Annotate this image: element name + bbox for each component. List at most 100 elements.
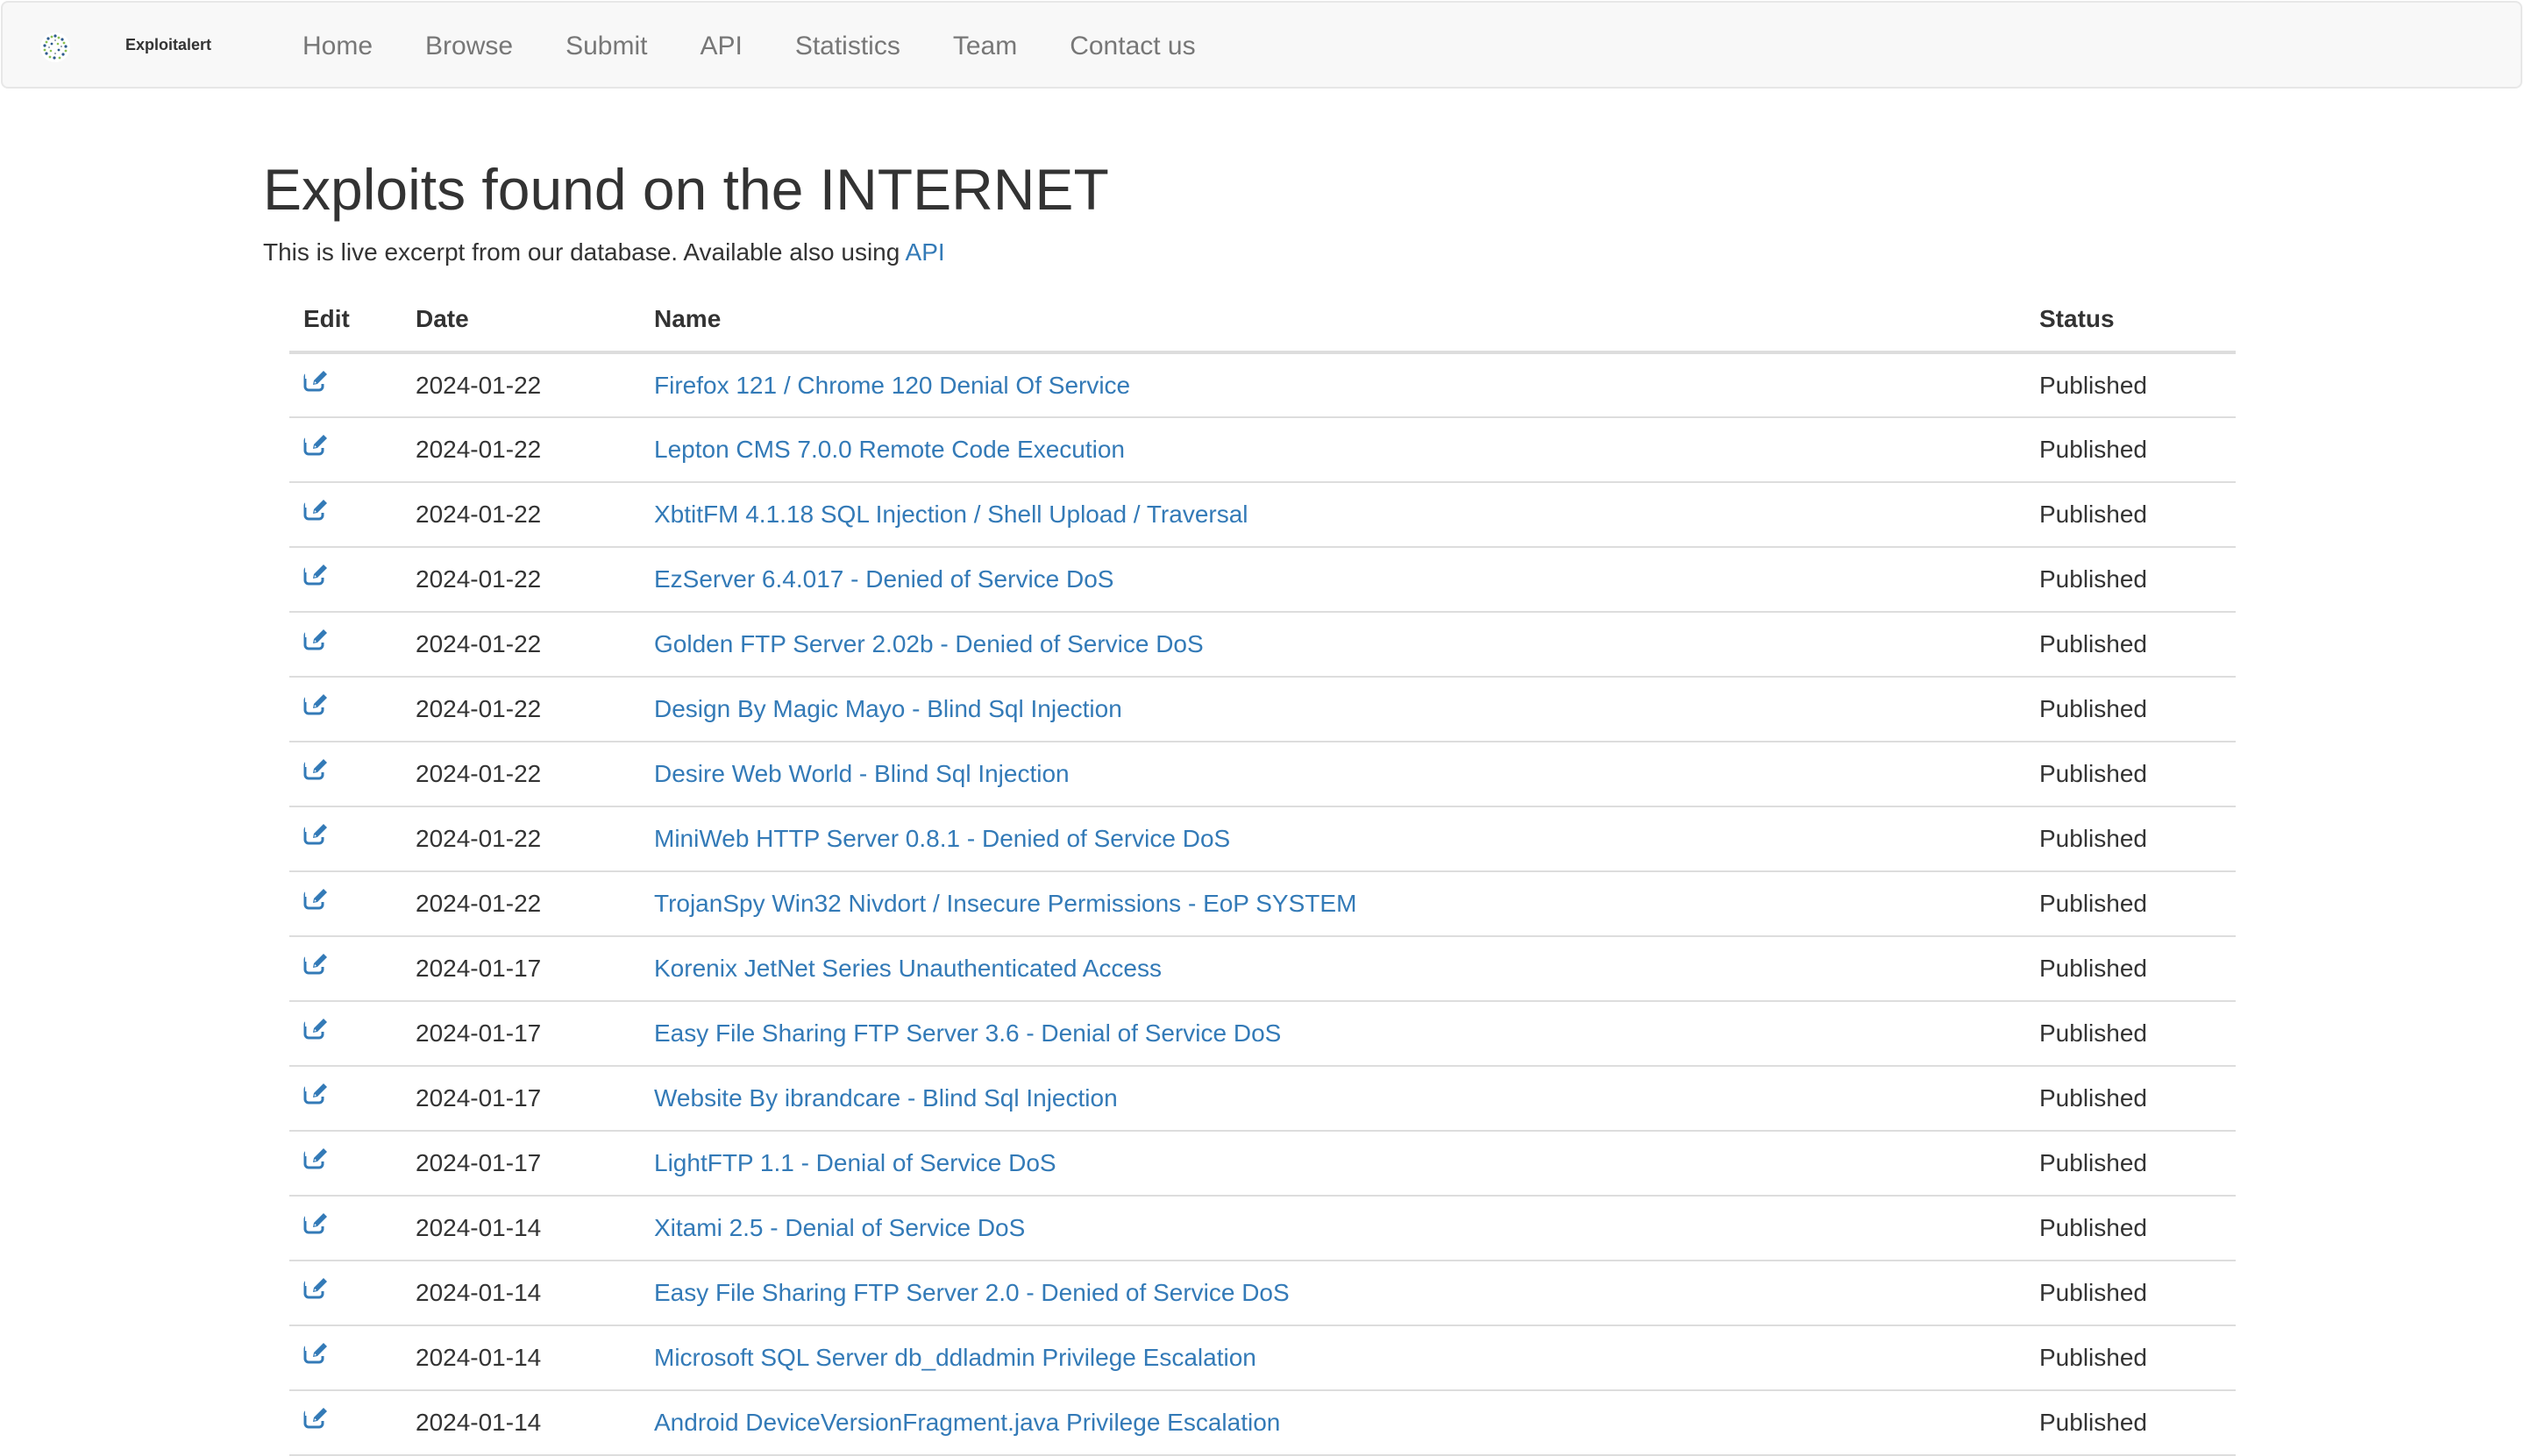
table-row: 2024-01-22 Lepton CMS 7.0.0 Remote Code … bbox=[289, 417, 2236, 483]
status-cell: Published bbox=[2025, 352, 2236, 418]
name-cell: MiniWeb HTTP Server 0.8.1 - Denied of Se… bbox=[640, 806, 2025, 872]
status-cell: Published bbox=[2025, 547, 2236, 613]
table-row: 2024-01-17 Korenix JetNet Series Unauthe… bbox=[289, 936, 2236, 1002]
exploit-link[interactable]: Easy File Sharing FTP Server 3.6 - Denia… bbox=[654, 1019, 1281, 1047]
table-row: 2024-01-14 Xitami 2.5 - Denial of Servic… bbox=[289, 1196, 2236, 1261]
table-row: 2024-01-22 Firefox 121 / Chrome 120 Deni… bbox=[289, 352, 2236, 418]
edit-icon[interactable] bbox=[303, 432, 388, 457]
nav-contact-us[interactable]: Contact us bbox=[1043, 3, 1221, 90]
table-row: 2024-01-17 LightFTP 1.1 - Denial of Serv… bbox=[289, 1131, 2236, 1197]
name-cell: XbtitFM 4.1.18 SQL Injection / Shell Upl… bbox=[640, 482, 2025, 548]
edit-cell bbox=[289, 1261, 402, 1326]
nav-browse[interactable]: Browse bbox=[399, 3, 539, 90]
date-cell: 2024-01-22 bbox=[402, 612, 640, 678]
date-cell: 2024-01-22 bbox=[402, 871, 640, 937]
edit-icon[interactable] bbox=[303, 886, 388, 911]
brand-name[interactable]: Exploitalert bbox=[125, 36, 211, 54]
header-status: Status bbox=[2025, 288, 2236, 354]
exploit-link[interactable]: Android DeviceVersionFragment.java Privi… bbox=[654, 1409, 1280, 1436]
edit-icon[interactable] bbox=[303, 821, 388, 846]
name-cell: Easy File Sharing FTP Server 2.0 - Denie… bbox=[640, 1261, 2025, 1326]
edit-icon[interactable] bbox=[303, 627, 388, 651]
edit-cell bbox=[289, 1196, 402, 1261]
edit-cell bbox=[289, 742, 402, 807]
edit-icon[interactable] bbox=[303, 951, 388, 976]
status-cell: Published bbox=[2025, 936, 2236, 1002]
name-cell: Easy File Sharing FTP Server 3.6 - Denia… bbox=[640, 1001, 2025, 1067]
page-title: Exploits found on the INTERNET bbox=[263, 157, 1109, 222]
name-cell: Golden FTP Server 2.02b - Denied of Serv… bbox=[640, 612, 2025, 678]
nav-team[interactable]: Team bbox=[927, 3, 1043, 90]
edit-cell bbox=[289, 1325, 402, 1391]
lead-text-body: This is live excerpt from our database. … bbox=[263, 238, 906, 266]
edit-cell bbox=[289, 352, 402, 418]
edit-icon[interactable] bbox=[303, 1275, 388, 1300]
edit-icon[interactable] bbox=[303, 497, 388, 522]
edit-icon[interactable] bbox=[303, 1405, 388, 1430]
edit-icon[interactable] bbox=[303, 1211, 388, 1235]
name-cell: TrojanSpy Win32 Nivdort / Insecure Permi… bbox=[640, 871, 2025, 937]
edit-cell bbox=[289, 936, 402, 1002]
date-cell: 2024-01-17 bbox=[402, 1131, 640, 1197]
table-row: 2024-01-14 Easy File Sharing FTP Server … bbox=[289, 1261, 2236, 1326]
nav-links: Home Browse Submit API Statistics Team C… bbox=[276, 3, 1222, 90]
edit-icon[interactable] bbox=[303, 1016, 388, 1041]
exploit-link[interactable]: Website By ibrandcare - Blind Sql Inject… bbox=[654, 1084, 1118, 1112]
date-cell: 2024-01-22 bbox=[402, 806, 640, 872]
navbar: Exploitalert Home Browse Submit API Stat… bbox=[1, 1, 2522, 89]
table-row: 2024-01-22 Desire Web World - Blind Sql … bbox=[289, 742, 2236, 807]
exploit-link[interactable]: Desire Web World - Blind Sql Injection bbox=[654, 760, 1070, 787]
exploit-link[interactable]: LightFTP 1.1 - Denial of Service DoS bbox=[654, 1149, 1056, 1176]
nav-submit[interactable]: Submit bbox=[539, 3, 673, 90]
table-row: 2024-01-22 MiniWeb HTTP Server 0.8.1 - D… bbox=[289, 806, 2236, 872]
nav-statistics[interactable]: Statistics bbox=[769, 3, 927, 90]
status-cell: Published bbox=[2025, 871, 2236, 937]
date-cell: 2024-01-22 bbox=[402, 547, 640, 613]
api-link[interactable]: API bbox=[906, 238, 945, 266]
exploit-link[interactable]: Lepton CMS 7.0.0 Remote Code Execution bbox=[654, 436, 1125, 463]
date-cell: 2024-01-14 bbox=[402, 1196, 640, 1261]
status-cell: Published bbox=[2025, 482, 2236, 548]
exploit-link[interactable]: Easy File Sharing FTP Server 2.0 - Denie… bbox=[654, 1279, 1290, 1306]
table-row: 2024-01-17 Website By ibrandcare - Blind… bbox=[289, 1066, 2236, 1132]
edit-icon[interactable] bbox=[303, 1340, 388, 1365]
edit-cell bbox=[289, 482, 402, 548]
nav-home[interactable]: Home bbox=[276, 3, 399, 90]
status-cell: Published bbox=[2025, 1196, 2236, 1261]
date-cell: 2024-01-22 bbox=[402, 482, 640, 548]
date-cell: 2024-01-22 bbox=[402, 742, 640, 807]
exploits-table: Edit Date Name Status 2024-01-22 Firefox… bbox=[289, 288, 2236, 1456]
edit-icon[interactable] bbox=[303, 368, 388, 393]
status-cell: Published bbox=[2025, 612, 2236, 678]
edit-icon[interactable] bbox=[303, 1146, 388, 1170]
edit-cell bbox=[289, 871, 402, 937]
status-cell: Published bbox=[2025, 1066, 2236, 1132]
edit-icon[interactable] bbox=[303, 562, 388, 586]
name-cell: Desire Web World - Blind Sql Injection bbox=[640, 742, 2025, 807]
status-cell: Published bbox=[2025, 677, 2236, 742]
exploit-link[interactable]: MiniWeb HTTP Server 0.8.1 - Denied of Se… bbox=[654, 825, 1230, 852]
exploit-link[interactable]: Firefox 121 / Chrome 120 Denial Of Servi… bbox=[654, 372, 1130, 399]
exploit-link[interactable]: TrojanSpy Win32 Nivdort / Insecure Permi… bbox=[654, 890, 1356, 917]
exploit-link[interactable]: Design By Magic Mayo - Blind Sql Injecti… bbox=[654, 695, 1122, 722]
exploit-link[interactable]: EzServer 6.4.017 - Denied of Service DoS bbox=[654, 565, 1113, 593]
date-cell: 2024-01-22 bbox=[402, 417, 640, 483]
exploit-link[interactable]: Microsoft SQL Server db_ddladmin Privile… bbox=[654, 1344, 1256, 1371]
edit-cell bbox=[289, 1001, 402, 1067]
exploit-link[interactable]: Golden FTP Server 2.02b - Denied of Serv… bbox=[654, 630, 1204, 657]
exploit-link[interactable]: Korenix JetNet Series Unauthenticated Ac… bbox=[654, 955, 1162, 982]
edit-icon[interactable] bbox=[303, 1081, 388, 1105]
edit-icon[interactable] bbox=[303, 692, 388, 716]
nav-api[interactable]: API bbox=[673, 3, 768, 90]
edit-icon[interactable] bbox=[303, 756, 388, 781]
logo-icon[interactable] bbox=[39, 32, 71, 63]
exploit-link[interactable]: Xitami 2.5 - Denial of Service DoS bbox=[654, 1214, 1025, 1241]
edit-cell bbox=[289, 677, 402, 742]
name-cell: Xitami 2.5 - Denial of Service DoS bbox=[640, 1196, 2025, 1261]
table-row: 2024-01-22 TrojanSpy Win32 Nivdort / Ins… bbox=[289, 871, 2236, 937]
name-cell: Design By Magic Mayo - Blind Sql Injecti… bbox=[640, 677, 2025, 742]
status-cell: Published bbox=[2025, 742, 2236, 807]
exploit-link[interactable]: XbtitFM 4.1.18 SQL Injection / Shell Upl… bbox=[654, 501, 1248, 528]
status-cell: Published bbox=[2025, 1390, 2236, 1456]
header-date: Date bbox=[402, 288, 640, 354]
